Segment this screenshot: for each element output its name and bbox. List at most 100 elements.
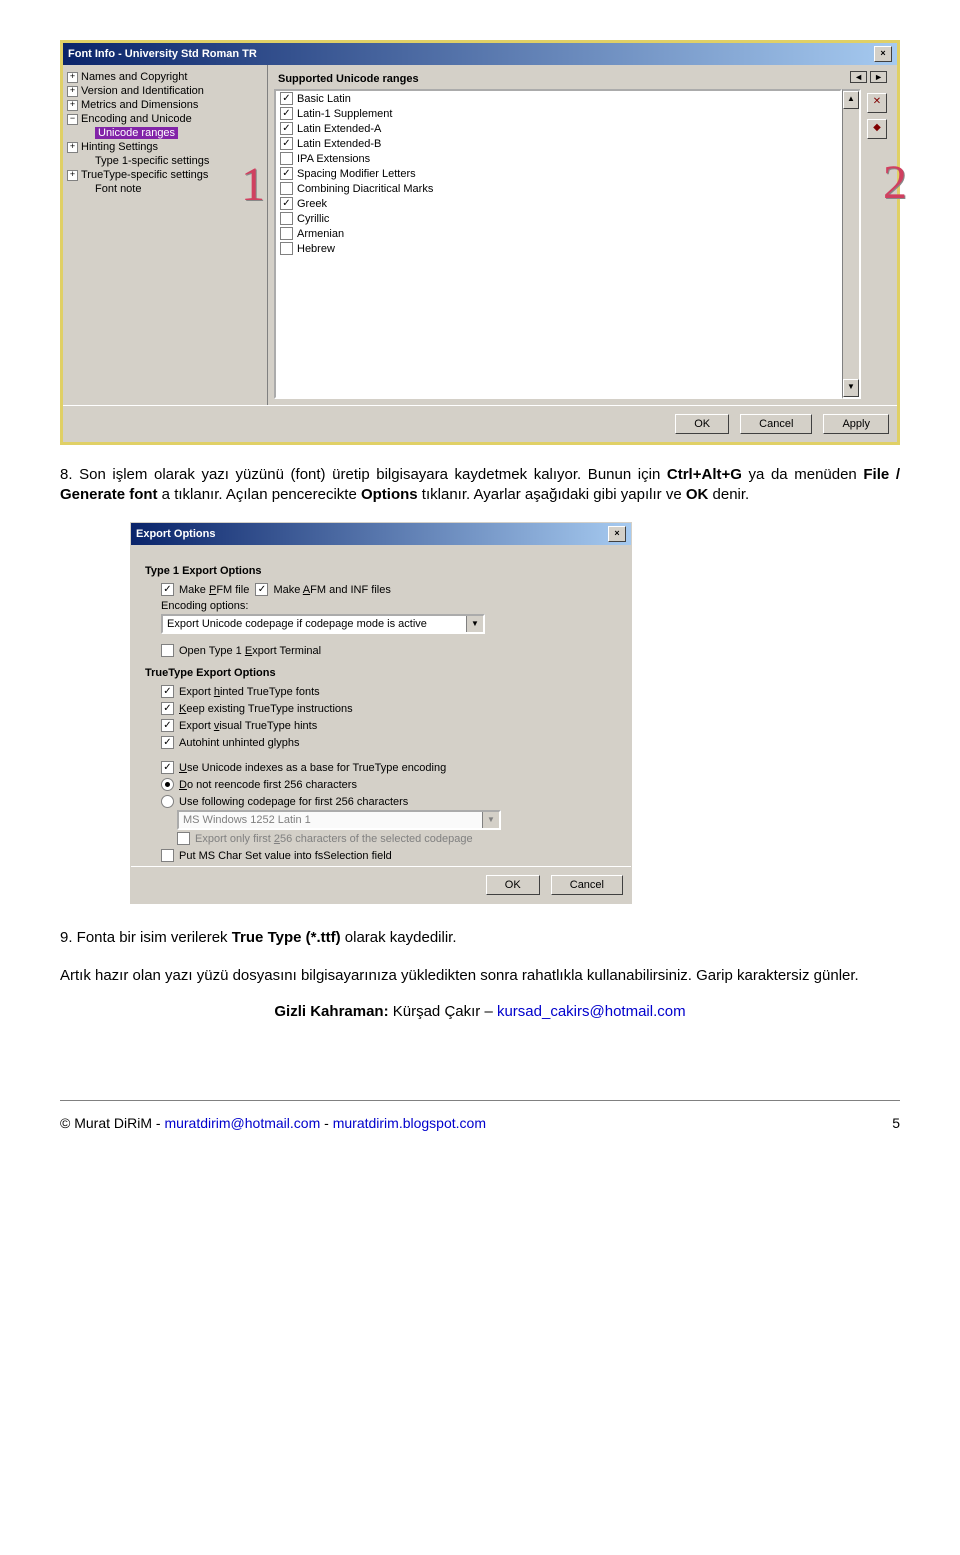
dropdown-icon[interactable]: ▼ <box>466 616 483 632</box>
encoding-label: Encoding options: <box>161 598 617 614</box>
range-checkbox[interactable] <box>280 227 293 240</box>
right-pane: Supported Unicode ranges ◄ ► Basic Latin… <box>268 65 897 405</box>
tree-item[interactable]: +Metrics and Dimensions <box>65 98 265 112</box>
terminal-label: Open Type 1 Export Terminal <box>179 645 321 657</box>
tree-item[interactable]: +TrueType-specific settings <box>65 168 265 182</box>
afm-checkbox[interactable] <box>255 583 268 596</box>
range-label: Latin-1 Supplement <box>297 108 392 120</box>
radio-usecodepage[interactable] <box>161 795 174 808</box>
list-item[interactable]: Latin Extended-B <box>276 136 840 151</box>
titlebar[interactable]: Font Info - University Std Roman TR × <box>63 43 897 65</box>
tree-item[interactable]: +Hinting Settings <box>65 140 265 154</box>
ok-button[interactable]: OK <box>675 414 729 434</box>
tree-item[interactable]: Unicode ranges <box>65 126 265 140</box>
tree-label: Names and Copyright <box>81 71 187 83</box>
tt2-checkbox[interactable] <box>161 702 174 715</box>
minus-icon[interactable]: − <box>67 114 78 125</box>
apply-button[interactable]: Apply <box>823 414 889 434</box>
radio-noreencode[interactable] <box>161 778 174 791</box>
cancel-button[interactable]: Cancel <box>551 875 623 895</box>
plus-icon[interactable]: + <box>67 86 78 97</box>
list-item[interactable]: Cyrillic <box>276 211 840 226</box>
range-checkbox[interactable] <box>280 107 293 120</box>
range-checkbox[interactable] <box>280 167 293 180</box>
range-label: IPA Extensions <box>297 153 370 165</box>
tree-item[interactable]: +Names and Copyright <box>65 70 265 84</box>
range-checkbox[interactable] <box>280 137 293 150</box>
tree-label: TrueType-specific settings <box>81 169 208 181</box>
export-options-window: Export Options × Type 1 Export Options M… <box>130 522 632 904</box>
range-label: Combining Diacritical Marks <box>297 183 433 195</box>
tt1-checkbox[interactable] <box>161 685 174 698</box>
refresh-icon[interactable]: ◆ <box>867 119 887 139</box>
gizli-kahraman: Gizli Kahraman: Kürşad Çakır – kursad_ca… <box>60 1003 900 1020</box>
window-title: Font Info - University Std Roman TR <box>68 48 257 60</box>
range-checkbox[interactable] <box>280 212 293 225</box>
pfm-label: Make PFM file <box>179 584 249 596</box>
list-item[interactable]: Spacing Modifier Letters <box>276 166 840 181</box>
range-checkbox[interactable] <box>280 182 293 195</box>
tree-label: Encoding and Unicode <box>81 113 192 125</box>
close-icon[interactable]: × <box>874 46 892 62</box>
plus-icon[interactable]: + <box>67 142 78 153</box>
window-title: Export Options <box>136 528 215 540</box>
range-label: Basic Latin <box>297 93 351 105</box>
range-checkbox[interactable] <box>280 122 293 135</box>
list-item[interactable]: Latin Extended-A <box>276 121 840 136</box>
page-number: 5 <box>892 1115 900 1131</box>
range-checkbox[interactable] <box>280 152 293 165</box>
range-label: Latin Extended-B <box>297 138 381 150</box>
codepage-combo: ▼ <box>177 810 501 830</box>
tree-item[interactable]: −Encoding and Unicode <box>65 112 265 126</box>
plus-icon[interactable]: + <box>67 170 78 181</box>
range-label: Greek <box>297 198 327 210</box>
ok-button[interactable]: OK <box>486 875 540 895</box>
dropdown-icon: ▼ <box>482 812 499 828</box>
cancel-button[interactable]: Cancel <box>740 414 812 434</box>
scroll-up-icon[interactable]: ▲ <box>843 91 859 109</box>
titlebar[interactable]: Export Options × <box>131 523 631 545</box>
pfm-checkbox[interactable] <box>161 583 174 596</box>
footer-mail[interactable]: muratdirim@hotmail.com <box>164 1115 320 1131</box>
footer-blog[interactable]: muratdirim.blogspot.com <box>333 1115 486 1131</box>
plus-icon[interactable]: + <box>67 100 78 111</box>
list-item[interactable]: IPA Extensions <box>276 151 840 166</box>
tree-label: Font note <box>95 183 141 195</box>
list-item[interactable]: Hebrew <box>276 241 840 256</box>
paragraph-9: 9. Fonta bir isim verilerek True Type (*… <box>60 928 900 948</box>
tree-item[interactable]: Font note <box>65 182 265 196</box>
scrollbar[interactable]: ▲ ▼ <box>842 89 861 399</box>
list-item[interactable]: Latin-1 Supplement <box>276 106 840 121</box>
list-item[interactable]: Greek <box>276 196 840 211</box>
fsselection-checkbox[interactable] <box>161 849 174 862</box>
list-item[interactable]: Combining Diacritical Marks <box>276 181 840 196</box>
tt3-checkbox[interactable] <box>161 719 174 732</box>
only256-checkbox <box>177 832 190 845</box>
scroll-down-icon[interactable]: ▼ <box>843 379 859 397</box>
tree-item[interactable]: +Version and Identification <box>65 84 265 98</box>
fontinfo-window: Font Info - University Std Roman TR × +N… <box>60 40 900 445</box>
close-icon[interactable]: × <box>608 526 626 542</box>
remove-icon[interactable]: ✕ <box>867 93 887 113</box>
range-checkbox[interactable] <box>280 242 293 255</box>
button-row: OK Cancel Apply <box>63 405 897 442</box>
tree-item[interactable]: Type 1-specific settings <box>65 154 265 168</box>
uni-checkbox[interactable] <box>161 761 174 774</box>
encoding-combo[interactable]: ▼ <box>161 614 485 634</box>
next-icon[interactable]: ► <box>870 71 887 83</box>
paragraph-8: 8. Son işlem olarak yazı yüzünü (font) ü… <box>60 465 900 504</box>
prev-icon[interactable]: ◄ <box>850 71 867 83</box>
tt4-checkbox[interactable] <box>161 736 174 749</box>
page-footer: © Murat DiRiM - muratdirim@hotmail.com -… <box>60 1100 900 1131</box>
range-checkbox[interactable] <box>280 197 293 210</box>
list-item[interactable]: Armenian <box>276 226 840 241</box>
group-type1: Type 1 Export Options <box>145 565 617 577</box>
range-checkbox[interactable] <box>280 92 293 105</box>
list-item[interactable]: Basic Latin <box>276 91 840 106</box>
plus-icon[interactable]: + <box>67 72 78 83</box>
afm-label: Make AFM and INF files <box>273 584 390 596</box>
paragraph-10: Artık hazır olan yazı yüzü dosyasını bil… <box>60 966 900 986</box>
range-label: Cyrillic <box>297 213 329 225</box>
terminal-checkbox[interactable] <box>161 644 174 657</box>
ranges-listbox[interactable]: Basic LatinLatin-1 SupplementLatin Exten… <box>274 89 842 399</box>
